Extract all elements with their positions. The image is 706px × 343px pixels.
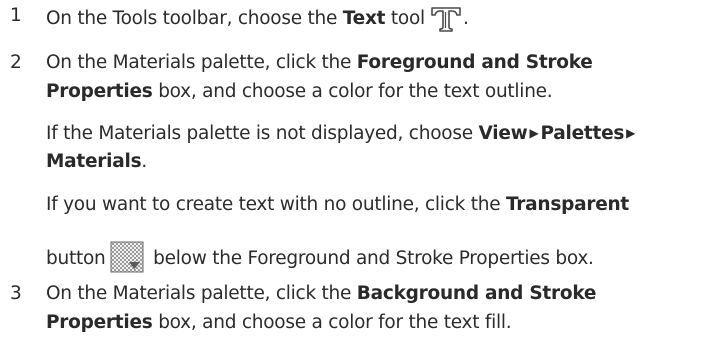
transparent-button-icon [110,241,144,273]
step-3-line-2: Properties box, and choose a color for t… [46,312,512,333]
text-tool-icon [431,7,461,32]
step-number: 1 [10,5,22,26]
arrow-icon: ▶ [529,126,539,140]
note-palette-line-1: If the Materials palette is not displaye… [46,123,636,144]
step-number: 3 [10,283,22,304]
help-document: 1 On the Tools toolbar, choose the Text … [0,0,706,343]
step-2-line-2: Properties box, and choose a color for t… [46,81,553,102]
arrow-icon: ▶ [626,126,636,140]
step-1-text: On the Tools toolbar, choose the Text to… [46,4,469,32]
note-palette-line-2: Materials. [46,151,147,172]
step-2-line-1: On the Materials palette, click the Fore… [46,52,593,73]
note-outline-line-2: button below the Foreground and Stroke P… [46,241,594,273]
note-outline-line-1: If you want to create text with no outli… [46,194,630,215]
step-3-line-1: On the Materials palette, click the Back… [46,283,597,304]
step-number: 2 [10,52,22,73]
